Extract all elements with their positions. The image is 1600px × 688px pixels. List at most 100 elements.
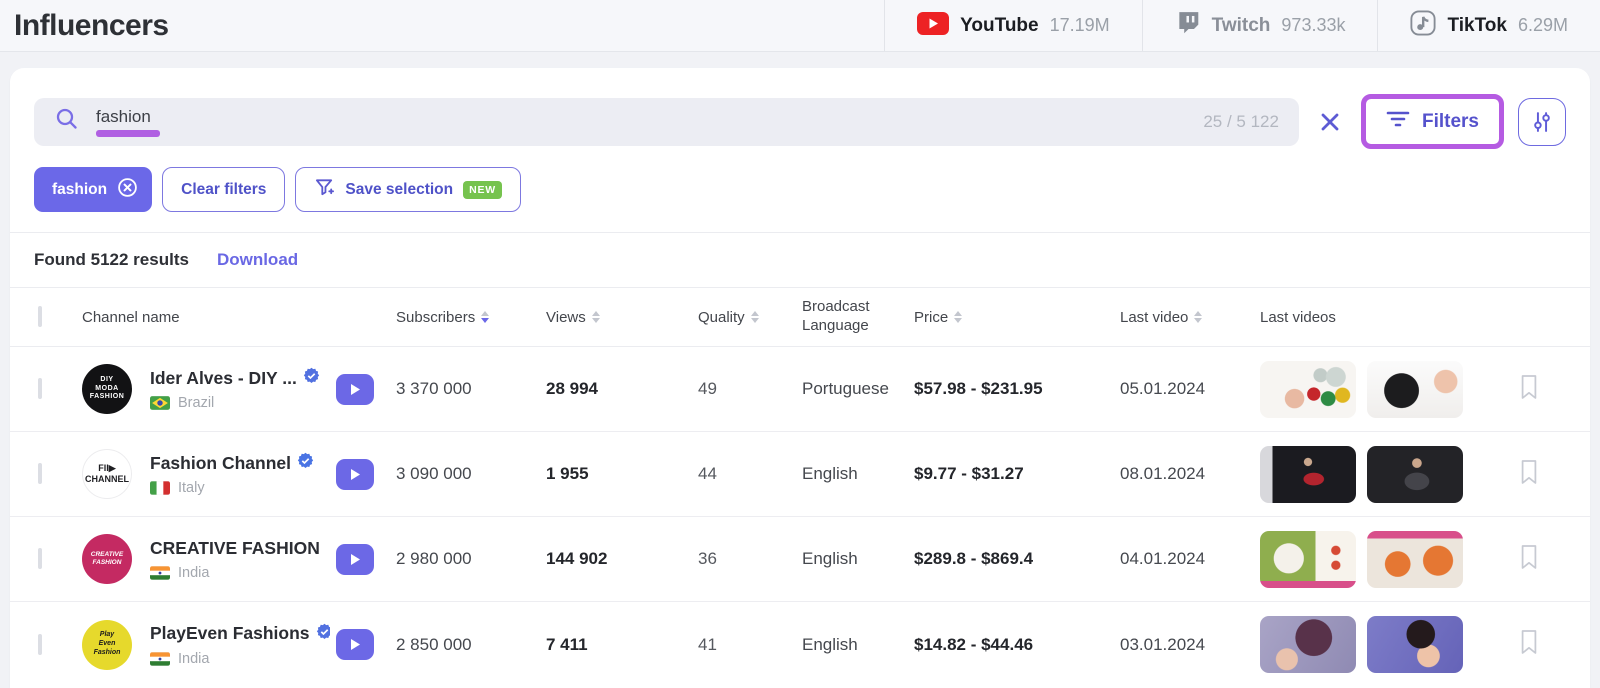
quality-value: 41 [698, 635, 802, 655]
new-badge: NEW [463, 181, 502, 199]
video-thumbnail[interactable] [1367, 446, 1463, 503]
results-bar: Found 5122 results Download [10, 233, 1590, 287]
last-video-date: 04.01.2024 [1120, 549, 1260, 569]
search-icon [54, 106, 80, 137]
main-panel: fashion 25 / 5 122 Filters fashion Clear [10, 68, 1590, 688]
sort-icon-subscribers[interactable] [481, 311, 489, 324]
video-thumbnail[interactable] [1260, 531, 1356, 588]
channel-name[interactable]: CREATIVE FASHION [150, 538, 320, 559]
video-thumbnail[interactable] [1260, 361, 1356, 418]
language-value: Portuguese [802, 379, 914, 399]
views-value: 7 411 [546, 635, 698, 655]
download-link[interactable]: Download [217, 250, 298, 270]
column-subscribers[interactable]: Subscribers [396, 309, 546, 326]
flag-india-icon [150, 652, 170, 666]
quality-value: 36 [698, 549, 802, 569]
column-views-label: Views [546, 309, 586, 326]
channel-country: India [178, 565, 209, 581]
row-checkbox[interactable] [38, 634, 42, 655]
tiktok-icon [1410, 10, 1436, 41]
flag-brazil-icon [150, 396, 170, 410]
column-last-video[interactable]: Last video [1120, 309, 1260, 326]
channel-name[interactable]: Fashion Channel [150, 453, 291, 474]
tab-youtube[interactable]: YouTube 17.19M [884, 0, 1142, 51]
views-value: 28 994 [546, 379, 698, 399]
table-row: Play Even Fashion PlayEven Fashions Indi… [10, 602, 1590, 687]
filters-button[interactable]: Filters [1361, 94, 1504, 149]
page-title: Influencers [14, 9, 169, 43]
filter-chip-fashion[interactable]: fashion [34, 167, 152, 212]
video-thumbnail[interactable] [1367, 361, 1463, 418]
row-checkbox[interactable] [38, 548, 42, 569]
video-thumbnail[interactable] [1260, 446, 1356, 503]
column-views[interactable]: Views [546, 309, 698, 326]
clear-filters-button[interactable]: Clear filters [162, 167, 285, 212]
tab-youtube-label: YouTube [960, 15, 1038, 37]
row-checkbox[interactable] [38, 378, 42, 399]
price-value: $289.8 - $869.4 [914, 549, 1120, 569]
results-summary: Found 5122 results [34, 250, 189, 270]
sort-icon-last-video[interactable] [1194, 311, 1202, 324]
channel-name[interactable]: Ider Alves - DIY ... [150, 368, 297, 389]
table-header: Channel name Subscribers Views Quality B… [10, 287, 1590, 347]
tab-twitch-label: Twitch [1212, 15, 1271, 37]
bookmark-icon[interactable] [1518, 473, 1540, 490]
quality-value: 49 [698, 379, 802, 399]
sort-icon-views[interactable] [592, 311, 600, 324]
channel-name[interactable]: PlayEven Fashions [150, 623, 310, 644]
search-row: fashion 25 / 5 122 Filters [10, 68, 1590, 167]
verified-badge-icon [303, 367, 320, 389]
sort-icon-quality[interactable] [751, 311, 759, 324]
table-row: CREATIVE FASHION CREATIVE FASHION India … [10, 517, 1590, 602]
sort-icon-price[interactable] [954, 311, 962, 324]
views-value: 1 955 [546, 464, 698, 484]
video-thumbnail[interactable] [1260, 616, 1356, 673]
subscribers-value: 2 850 000 [396, 635, 546, 655]
column-language-line1: Broadcast [802, 298, 870, 315]
flag-italy-icon [150, 481, 170, 495]
channel-avatar[interactable]: DIY MODA FASHION [82, 364, 132, 414]
last-videos-thumbnails [1260, 446, 1474, 503]
filter-chip-label: fashion [52, 181, 107, 199]
play-button[interactable] [336, 629, 374, 660]
remove-chip-icon[interactable] [117, 177, 138, 203]
video-thumbnail[interactable] [1367, 616, 1463, 673]
tab-twitch[interactable]: Twitch 973.33k [1142, 0, 1378, 51]
column-language-line2: Language [802, 317, 869, 334]
bookmark-icon[interactable] [1518, 643, 1540, 660]
filter-lines-icon [1386, 108, 1410, 135]
view-settings-button[interactable] [1518, 98, 1566, 146]
column-quality[interactable]: Quality [698, 309, 802, 326]
column-subscribers-label: Subscribers [396, 309, 475, 326]
play-button[interactable] [336, 459, 374, 490]
price-value: $14.82 - $44.46 [914, 635, 1120, 655]
save-selection-button[interactable]: Save selection NEW [295, 167, 521, 212]
column-price[interactable]: Price [914, 309, 1120, 326]
select-all-checkbox[interactable] [38, 306, 42, 327]
play-button[interactable] [336, 374, 374, 405]
tab-tiktok-label: TikTok [1447, 15, 1506, 37]
channel-avatar[interactable]: CREATIVE FASHION [82, 534, 132, 584]
column-channel-name: Channel name [82, 309, 396, 326]
youtube-icon [917, 12, 949, 40]
play-button[interactable] [336, 544, 374, 575]
channel-avatar[interactable]: FII▶ CHANNEL [82, 449, 132, 499]
funnel-plus-icon [314, 177, 335, 203]
bookmark-icon[interactable] [1518, 388, 1540, 405]
video-thumbnail[interactable] [1367, 531, 1463, 588]
clear-search-button[interactable] [1313, 105, 1347, 139]
subscribers-value: 3 090 000 [396, 464, 546, 484]
column-price-label: Price [914, 309, 948, 326]
last-video-date: 03.01.2024 [1120, 635, 1260, 655]
search-input[interactable]: fashion 25 / 5 122 [34, 98, 1299, 146]
tab-tiktok[interactable]: TikTok 6.29M [1377, 0, 1600, 51]
channel-avatar[interactable]: Play Even Fashion [82, 620, 132, 670]
active-filters-row: fashion Clear filters Save selection NEW [10, 167, 1590, 232]
language-value: English [802, 464, 914, 484]
flag-india-icon [150, 566, 170, 580]
row-checkbox[interactable] [38, 463, 42, 484]
column-last-videos: Last videos [1260, 309, 1474, 326]
save-selection-label: Save selection [345, 181, 453, 199]
bookmark-icon[interactable] [1518, 558, 1540, 575]
last-videos-thumbnails [1260, 361, 1474, 418]
